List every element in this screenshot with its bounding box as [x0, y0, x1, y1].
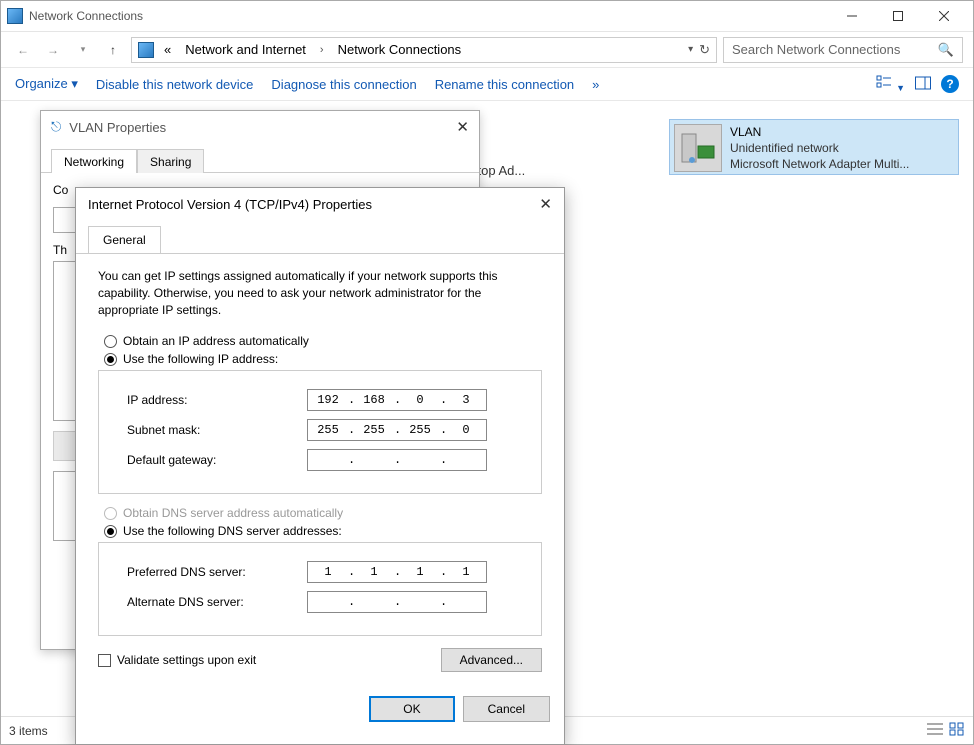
- ip-address-label: IP address:: [127, 393, 307, 407]
- chevron-icon[interactable]: ›: [316, 44, 328, 56]
- adapter-icon: [674, 124, 722, 172]
- default-gateway-input[interactable]: . . .: [307, 449, 487, 471]
- diagnose-cmd[interactable]: Diagnose this connection: [271, 77, 416, 92]
- cancel-button[interactable]: Cancel: [463, 696, 550, 722]
- vlan-dialog-title: VLAN Properties: [69, 120, 166, 135]
- validate-checkbox[interactable]: [98, 654, 111, 667]
- ipv4-dialog-title: Internet Protocol Version 4 (TCP/IPv4) P…: [88, 197, 372, 212]
- view-options-icon[interactable]: ▼: [876, 75, 905, 94]
- preferred-dns-input[interactable]: 1. 1. 1. 1: [307, 561, 487, 583]
- ipv4-intro-text: You can get IP settings assigned automat…: [98, 268, 542, 318]
- ipv4-close-button[interactable]: ✕: [539, 195, 552, 213]
- radio-dns-auto-label: Obtain DNS server address automatically: [123, 506, 343, 520]
- breadcrumb-seg-2[interactable]: Network Connections: [334, 42, 466, 57]
- breadcrumb-seg-1[interactable]: Network and Internet: [181, 42, 310, 57]
- ipv4-properties-dialog: Internet Protocol Version 4 (TCP/IPv4) P…: [75, 187, 565, 745]
- adapter-device: Microsoft Network Adapter Multi...: [730, 156, 909, 172]
- ip-address-input[interactable]: 192. 168. 0. 3: [307, 389, 487, 411]
- adapter-name: VLAN: [730, 124, 909, 140]
- tab-general[interactable]: General: [88, 226, 161, 253]
- network-connections-icon: [7, 8, 23, 24]
- breadcrumb-prefix: «: [160, 42, 175, 57]
- rename-cmd[interactable]: Rename this connection: [435, 77, 574, 92]
- radio-ip-manual[interactable]: Use the following IP address:: [104, 352, 542, 366]
- subnet-mask-input[interactable]: 255. 255. 255. 0: [307, 419, 487, 441]
- radio-dns-auto: Obtain DNS server address automatically: [104, 506, 542, 520]
- status-item-count: 3 items: [9, 724, 48, 738]
- address-bar[interactable]: « Network and Internet › Network Connect…: [131, 37, 717, 63]
- radio-ip-auto[interactable]: Obtain an IP address automatically: [104, 334, 542, 348]
- disable-device-cmd[interactable]: Disable this network device: [96, 77, 254, 92]
- titlebar: Network Connections: [1, 1, 973, 31]
- alternate-dns-label: Alternate DNS server:: [127, 595, 307, 609]
- address-bar-icon: [138, 42, 154, 58]
- forward-button[interactable]: →: [41, 38, 65, 62]
- radio-ip-manual-label: Use the following IP address:: [123, 352, 278, 366]
- tab-networking[interactable]: Networking: [51, 149, 137, 173]
- alternate-dns-input[interactable]: . . .: [307, 591, 487, 613]
- help-icon[interactable]: ?: [941, 75, 959, 93]
- ok-button[interactable]: OK: [369, 696, 454, 722]
- up-button[interactable]: ↑: [101, 38, 125, 62]
- radio-ip-auto-label: Obtain an IP address automatically: [123, 334, 309, 348]
- address-dropdown-icon[interactable]: ▾: [688, 44, 693, 55]
- minimize-button[interactable]: [829, 1, 875, 31]
- vlan-dialog-icon: ⎋: [51, 119, 61, 135]
- preview-pane-icon[interactable]: [915, 75, 931, 94]
- search-placeholder: Search Network Connections: [732, 42, 930, 57]
- search-box[interactable]: Search Network Connections 🔍: [723, 37, 963, 63]
- search-icon[interactable]: 🔍: [938, 42, 954, 58]
- close-button[interactable]: [921, 1, 967, 31]
- radio-dns-manual[interactable]: Use the following DNS server addresses:: [104, 524, 542, 538]
- recent-dropdown[interactable]: ▾: [71, 38, 95, 62]
- default-gateway-label: Default gateway:: [127, 453, 307, 467]
- adapter-item-vlan[interactable]: VLAN Unidentified network Microsoft Netw…: [669, 119, 959, 175]
- tab-sharing[interactable]: Sharing: [137, 149, 204, 173]
- radio-dns-manual-label: Use the following DNS server addresses:: [123, 524, 342, 538]
- advanced-button[interactable]: Advanced...: [441, 648, 542, 672]
- subnet-mask-label: Subnet mask:: [127, 423, 307, 437]
- more-commands[interactable]: »: [592, 77, 599, 92]
- validate-label: Validate settings upon exit: [117, 653, 256, 667]
- maximize-button[interactable]: [875, 1, 921, 31]
- preferred-dns-label: Preferred DNS server:: [127, 565, 307, 579]
- command-bar: Organize ▾ Disable this network device D…: [1, 67, 973, 101]
- adapter-status: Unidentified network: [730, 140, 909, 156]
- back-button[interactable]: ←: [11, 38, 35, 62]
- organize-menu[interactable]: Organize ▾: [15, 76, 78, 92]
- vlan-close-button[interactable]: ✕: [456, 118, 469, 136]
- icons-view-icon[interactable]: [949, 722, 965, 739]
- details-view-icon[interactable]: [927, 722, 943, 739]
- refresh-icon[interactable]: ↻: [699, 42, 710, 58]
- navbar: ← → ▾ ↑ « Network and Internet › Network…: [1, 31, 973, 67]
- window-title: Network Connections: [29, 9, 143, 23]
